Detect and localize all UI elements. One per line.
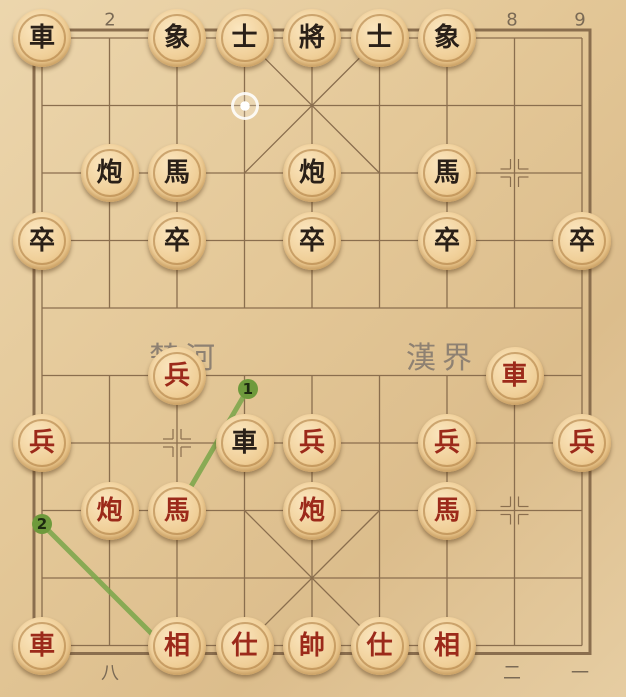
piece-label: 炮	[298, 158, 325, 188]
piece-label: 象	[433, 23, 460, 53]
red-piece[interactable]: 馬	[418, 481, 476, 540]
black-piece[interactable]: 車	[215, 414, 274, 472]
move-target-marker[interactable]	[230, 91, 259, 120]
piece-label: 兵	[163, 360, 190, 391]
piece-label: 仕	[231, 630, 258, 661]
black-piece[interactable]: 卒	[148, 211, 206, 270]
bottom-coord-8: 八	[101, 663, 119, 684]
red-piece[interactable]: 炮	[283, 481, 341, 540]
red-piece[interactable]: 兵	[553, 414, 611, 472]
piece-label: 兵	[28, 428, 55, 458]
red-piece[interactable]: 車	[485, 346, 544, 405]
black-piece[interactable]: 炮	[80, 144, 139, 202]
red-piece[interactable]: 車	[13, 616, 71, 675]
piece-label: 士	[366, 23, 393, 53]
piece-label: 兵	[433, 428, 460, 458]
red-piece[interactable]: 馬	[148, 481, 206, 540]
piece-label: 卒	[28, 225, 55, 256]
piece-label: 相	[163, 630, 190, 661]
piece-label: 車	[501, 360, 528, 391]
board-grid	[32, 28, 592, 662]
hint-badge-2: 2	[32, 514, 52, 534]
piece-label: 相	[433, 630, 460, 661]
red-piece[interactable]: 相	[418, 616, 476, 675]
river-label-right: 漢界	[406, 341, 478, 376]
black-piece[interactable]: 象	[148, 9, 206, 67]
piece-label: 馬	[433, 158, 460, 188]
top-coord-9: 9	[574, 9, 586, 31]
red-piece[interactable]: 兵	[418, 414, 476, 472]
hint-badge-1: 1	[237, 379, 258, 399]
red-piece[interactable]: 炮	[80, 481, 139, 540]
piece-label: 車	[28, 630, 55, 661]
piece-label: 卒	[163, 225, 190, 256]
black-piece[interactable]: 卒	[283, 211, 341, 270]
black-piece[interactable]: 象	[418, 9, 476, 67]
piece-label: 兵	[568, 428, 595, 458]
black-piece[interactable]: 卒	[13, 211, 71, 270]
black-piece[interactable]: 炮	[283, 144, 341, 202]
black-piece[interactable]: 馬	[148, 144, 206, 202]
piece-label: 馬	[163, 158, 190, 188]
piece-label: 炮	[96, 158, 123, 188]
red-piece[interactable]: 帥	[283, 616, 341, 675]
piece-label: 兵	[298, 428, 325, 458]
piece-label: 馬	[163, 495, 190, 526]
bottom-coord-2: 二	[503, 663, 521, 684]
red-piece[interactable]: 兵	[283, 414, 341, 472]
black-piece[interactable]: 將	[283, 9, 341, 67]
red-piece[interactable]: 仕	[215, 616, 274, 675]
piece-label: 車	[231, 428, 258, 458]
red-piece[interactable]: 兵	[13, 414, 71, 472]
piece-label: 象	[163, 23, 190, 53]
red-piece[interactable]: 兵	[148, 346, 206, 405]
black-piece[interactable]: 士	[350, 9, 409, 67]
piece-label: 仕	[366, 630, 393, 661]
black-piece[interactable]: 士	[215, 9, 274, 67]
piece-label: 卒	[433, 225, 460, 256]
piece-label: 卒	[568, 225, 595, 256]
piece-label: 帥	[298, 630, 325, 661]
black-piece[interactable]: 卒	[553, 211, 611, 270]
piece-label: 卒	[298, 225, 325, 256]
piece-label: 車	[28, 23, 55, 53]
piece-label: 將	[298, 23, 325, 53]
black-piece[interactable]: 馬	[418, 144, 476, 202]
piece-label: 炮	[96, 495, 123, 526]
top-coord-2: 2	[104, 9, 116, 31]
piece-label: 士	[231, 23, 258, 53]
red-piece[interactable]: 相	[148, 616, 206, 675]
bottom-coord-1: 一	[571, 663, 589, 684]
red-piece[interactable]: 仕	[350, 616, 409, 675]
xiangqi-board[interactable]: 2 8 9 八 二 一 楚河 漢界 車象士將士象炮馬炮馬卒卒卒卒卒兵車兵車兵兵兵…	[0, 0, 626, 697]
black-piece[interactable]: 卒	[418, 211, 476, 270]
piece-label: 馬	[433, 495, 460, 526]
black-piece[interactable]: 車	[13, 9, 71, 67]
top-coord-8: 8	[506, 9, 518, 31]
piece-label: 炮	[298, 495, 325, 526]
